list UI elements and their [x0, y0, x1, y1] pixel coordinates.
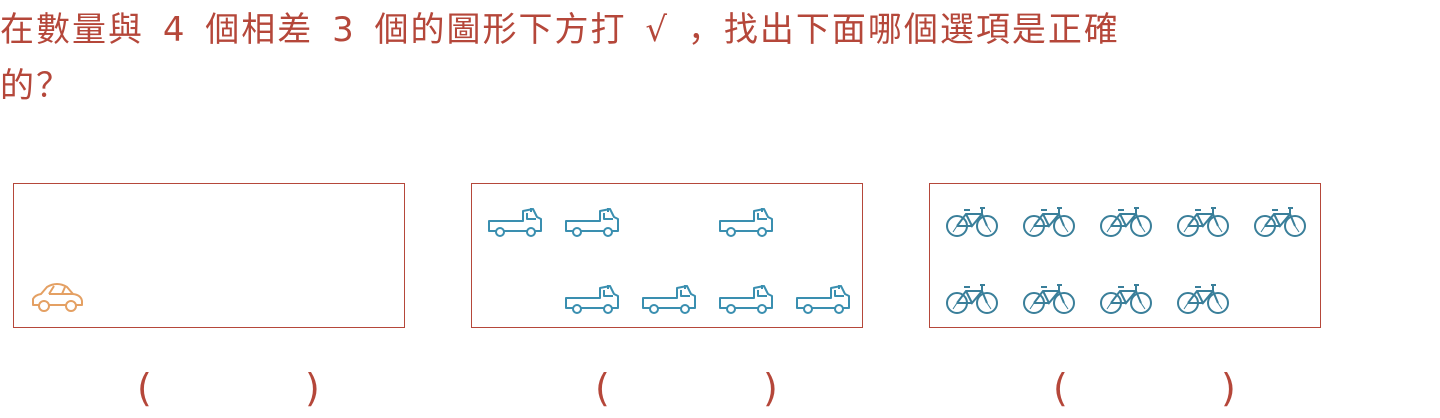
bicycle-icon	[1175, 279, 1231, 315]
bicycle-icon	[1175, 202, 1231, 238]
question-text: 在數量與 4 個相差 3 個的圖形下方打 √ ，找出下面哪個選項是正確 的？	[0, 2, 1440, 114]
truck-icon	[717, 203, 775, 239]
question-part-1: 在數量與	[0, 10, 144, 50]
checkmark-symbol: √	[645, 10, 670, 50]
question-number-b: 3	[332, 10, 356, 50]
answer-paren-left-1[interactable]: (	[137, 358, 152, 418]
bicycle-icon	[1098, 202, 1154, 238]
bicycle-icon	[944, 202, 1000, 238]
question-number-a: 4	[162, 10, 187, 50]
question-part-5: 的？	[0, 66, 72, 106]
bicycle-icon	[944, 279, 1000, 315]
option-box-3	[929, 183, 1321, 328]
truck-icon	[640, 280, 698, 316]
option-box-2	[471, 183, 863, 328]
truck-icon	[563, 203, 621, 239]
question-part-3: 個的圖形下方打	[374, 10, 627, 50]
bicycle-icon	[1021, 202, 1077, 238]
bicycle-icon	[1021, 279, 1077, 315]
answer-paren-left-3[interactable]: (	[1053, 358, 1068, 418]
question-part-4: ，找出下面哪個選項是正確	[687, 10, 1120, 50]
truck-icon	[563, 280, 621, 316]
answer-paren-left-2[interactable]: (	[595, 358, 610, 418]
truck-icon	[794, 280, 852, 316]
truck-icon	[717, 280, 775, 316]
bicycle-icon	[1098, 279, 1154, 315]
question-part-2: 個相差	[205, 10, 314, 50]
option-box-1	[13, 183, 405, 328]
answer-paren-right-3[interactable]: )	[1221, 358, 1236, 418]
answer-paren-right-2[interactable]: )	[763, 358, 778, 418]
truck-icon	[486, 203, 544, 239]
answer-paren-right-1[interactable]: )	[305, 358, 320, 418]
car-icon	[28, 279, 86, 315]
bicycle-icon	[1252, 202, 1308, 238]
